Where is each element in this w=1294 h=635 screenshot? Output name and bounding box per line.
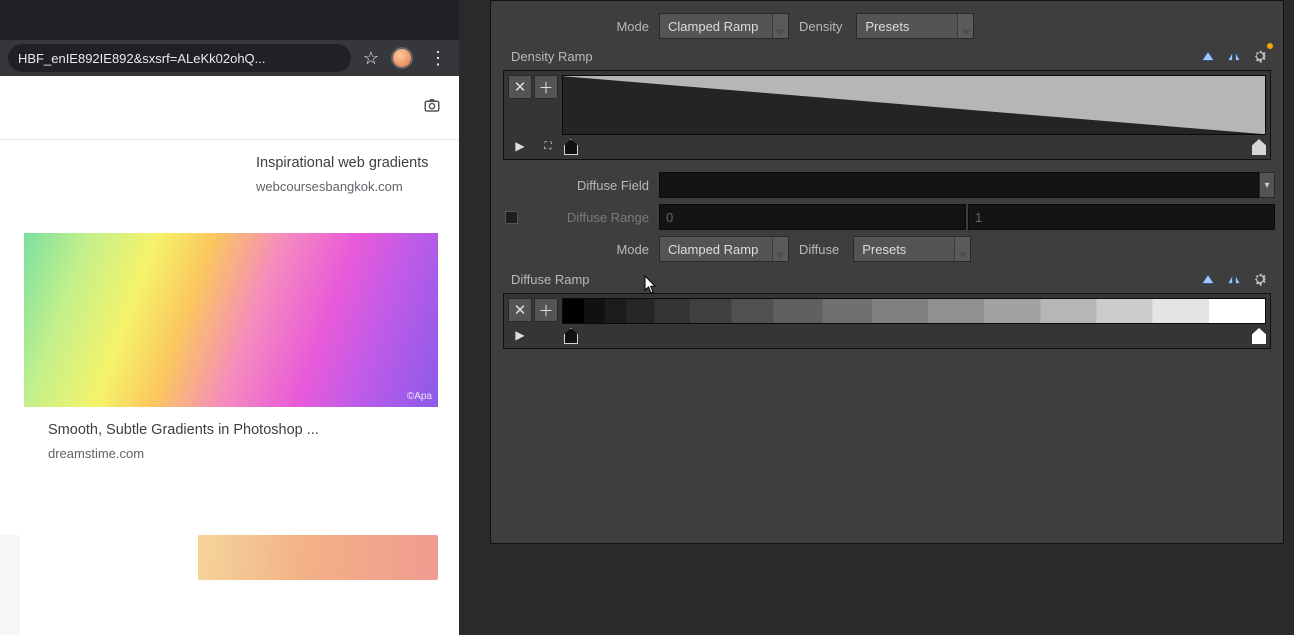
- mode-dropdown[interactable]: Clamped Ramp: [659, 236, 789, 262]
- density-ramp-canvas[interactable]: [562, 75, 1266, 135]
- chevron-down-icon[interactable]: ▾: [1259, 172, 1275, 198]
- bookmark-star-icon[interactable]: ☆: [363, 48, 379, 69]
- result-title: Smooth, Subtle Gradients in Photoshop ..…: [48, 422, 319, 438]
- ramp-flip-icon[interactable]: [1197, 45, 1219, 67]
- ramp-handle-track[interactable]: [564, 326, 1266, 344]
- label-density-ramp: Density Ramp: [499, 43, 593, 68]
- result-item[interactable]: Inspirational web gradients webcoursesba…: [0, 154, 459, 195]
- dropdown-value: Presets: [865, 19, 909, 34]
- stepper-icon[interactable]: [772, 237, 788, 261]
- diffuse-range-max-input[interactable]: 1: [968, 204, 1275, 230]
- browser-window: HBF_enIE892IE892&sxsrf=ALeKk02ohQ... ☆ ⋮…: [0, 0, 459, 635]
- url-bar[interactable]: HBF_enIE892IE892&sxsrf=ALeKk02ohQ...: [8, 44, 351, 72]
- result-item[interactable]: Smooth, Subtle Gradients in Photoshop ..…: [0, 223, 455, 462]
- url-text: HBF_enIE892IE892&sxsrf=ALeKk02ohQ...: [18, 51, 266, 66]
- app-area: Mode Clamped Ramp Density Presets Densit…: [490, 0, 1294, 635]
- result-card-placeholder: [0, 535, 20, 635]
- label-diffuse-range: Diffuse Range: [523, 210, 659, 225]
- ramp-handle-track[interactable]: [564, 137, 1266, 155]
- diffuse-ramp-canvas[interactable]: [562, 298, 1266, 324]
- image-results: Inspirational web gradients webcoursesba…: [0, 140, 459, 462]
- kebab-menu-icon[interactable]: ⋮: [425, 48, 451, 69]
- ramp-reverse-icon[interactable]: [1223, 45, 1245, 67]
- ramp-handle-end[interactable]: [1252, 328, 1266, 344]
- mouse-cursor: [644, 275, 658, 295]
- stepper-icon[interactable]: [772, 14, 788, 38]
- diffuse-range-min-input[interactable]: 0: [659, 204, 966, 230]
- label-diffuse-ramp: Diffuse Ramp: [499, 266, 590, 291]
- dropdown-value: Clamped Ramp: [668, 19, 758, 34]
- ramp-reverse-icon[interactable]: [1223, 268, 1245, 290]
- ramp-add-point-button[interactable]: ＋: [534, 298, 558, 322]
- result-domain: webcoursesbangkok.com: [256, 178, 459, 196]
- mode-dropdown[interactable]: Clamped Ramp: [659, 13, 789, 39]
- ramp-add-point-button[interactable]: ＋: [534, 75, 558, 99]
- ramp-handle-start[interactable]: [564, 139, 578, 155]
- result-title: Inspirational web gradients: [256, 155, 429, 171]
- browser-tabstrip: [0, 0, 459, 40]
- label-diffuse: Diffuse: [789, 242, 853, 257]
- presets-dropdown[interactable]: Presets: [853, 236, 971, 262]
- presets-dropdown[interactable]: Presets: [856, 13, 974, 39]
- play-icon[interactable]: ▶: [508, 326, 532, 344]
- gradient-thumbnail[interactable]: [198, 535, 438, 580]
- diffuse-ramp-editor: ✕ ＋ ▶ ⛶: [503, 293, 1271, 349]
- gear-icon[interactable]: [1249, 268, 1271, 290]
- gradient-thumbnail[interactable]: [24, 233, 438, 407]
- diffuse-range-checkbox[interactable]: [505, 211, 518, 224]
- ramp-handle-end[interactable]: [1252, 139, 1266, 155]
- ramp-flip-icon[interactable]: [1197, 268, 1219, 290]
- gear-icon[interactable]: [1249, 45, 1271, 67]
- search-bar: [0, 76, 459, 140]
- label-mode: Mode: [523, 242, 659, 257]
- stepper-icon[interactable]: [957, 14, 973, 38]
- density-ramp-editor: ✕ ＋ ▶ ⛶: [503, 70, 1271, 160]
- profile-avatar[interactable]: [391, 47, 413, 69]
- label-diffuse-field: Diffuse Field: [523, 178, 659, 193]
- expand-icon[interactable]: ⛶: [536, 137, 560, 155]
- ramp-delete-point-button[interactable]: ✕: [508, 298, 532, 322]
- stepper-icon[interactable]: [954, 237, 970, 261]
- browser-toolbar: HBF_enIE892IE892&sxsrf=ALeKk02ohQ... ☆ ⋮: [0, 40, 459, 76]
- dropdown-value: Clamped Ramp: [668, 242, 758, 257]
- label-mode: Mode: [523, 19, 659, 34]
- result-domain: dreamstime.com: [48, 445, 455, 463]
- label-density: Density: [789, 19, 856, 34]
- dropdown-value: Presets: [862, 242, 906, 257]
- ramp-delete-point-button[interactable]: ✕: [508, 75, 532, 99]
- camera-icon[interactable]: [423, 96, 441, 120]
- ramp-handle-start[interactable]: [564, 328, 578, 344]
- diffuse-field-input[interactable]: [659, 172, 1259, 198]
- play-icon[interactable]: ▶: [508, 137, 532, 155]
- parameters-panel: Mode Clamped Ramp Density Presets Densit…: [490, 0, 1284, 544]
